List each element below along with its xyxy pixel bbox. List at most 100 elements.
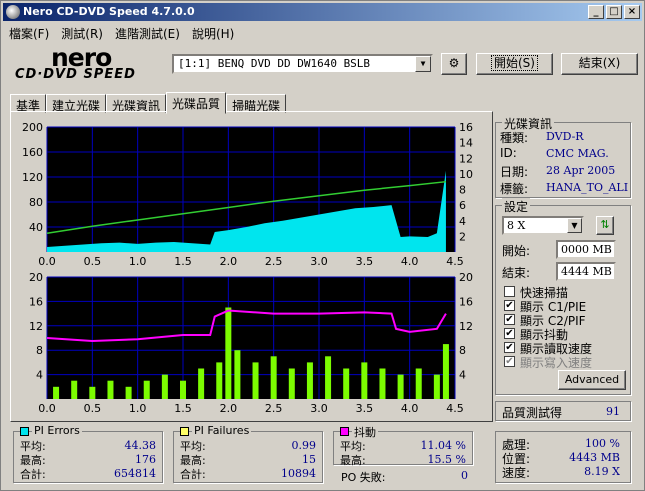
x-tick-label: 3.5 [356,402,374,415]
pi-failures-total-label: 合計: [180,468,206,481]
x-tick-label: 2.5 [265,402,283,415]
pi-failure-bar [89,386,96,399]
start-pos-value: 0000 MB [561,243,612,256]
pi-errors-total-label: 合計: [20,468,46,481]
x-tick-label: 2.5 [265,255,283,268]
pi-failure-bar [325,356,332,399]
exit-button-label: 結束(X) [578,56,621,70]
disc-label-value: HANA_TO_ALIC [546,181,628,194]
settings-group: 設定 8 X ▼ ⇅ 開始: 0000 MB 結束: 4444 MB 快速掃描 ✔… [495,198,631,395]
y-right-tick-label: 20 [459,271,473,284]
speed-select-value: 8 X [507,219,526,232]
checkbox-0[interactable] [504,286,515,297]
y-left-tick-label: 8 [36,344,43,357]
chevron-down-icon[interactable]: ▼ [567,218,582,233]
speed-label: 速度: [502,466,531,480]
pi-failure-bar [252,362,259,399]
settings-title: 設定 [502,198,531,215]
pi-errors-avg-value: 44.38 [124,439,157,452]
pi-failure-bar [361,362,368,399]
pi-failure-bar [397,374,404,399]
close-icon[interactable]: × [624,5,640,19]
y-right-tick-label: 2 [459,230,466,243]
exit-button[interactable]: 結束(X) [561,53,638,75]
pi-failures-max-value: 15 [302,453,316,466]
pi-failure-bar [442,344,449,399]
disc-label-label: 標籤: [500,182,529,196]
x-tick-label: 0.0 [38,255,56,268]
pi-failures-total-value: 10894 [281,467,316,480]
x-tick-label: 4.5 [446,255,464,268]
x-tick-label: 0.5 [84,255,102,268]
disc-date-value: 28 Apr 2005 [546,164,616,177]
y-left-tick-label: 40 [29,221,43,234]
pi-failure-bar [180,380,186,399]
disc-type-label: 種類: [500,131,529,145]
x-tick-label: 1.5 [174,255,192,268]
x-tick-label: 0.5 [84,402,102,415]
jitter-box: 抖動 平均: 11.04 % 最高: 15.5 % [333,424,473,467]
advanced-button-label: Advanced [564,373,620,386]
x-tick-label: 1.0 [129,255,147,268]
tab-disc-quality[interactable]: 光碟品質 [166,92,227,114]
pi-errors-total-value: 654814 [114,467,156,480]
y-left-tick-label: 160 [22,146,43,159]
progress-value: 100 % [585,437,620,450]
pi-failure-bar [216,362,223,399]
pi-failure-bar [107,380,114,399]
pi-failure-bar [415,368,422,399]
refresh-speed-button[interactable]: ⇅ [596,216,614,235]
y-left-tick-label: 20 [29,271,43,284]
y-right-tick-label: 6 [459,199,466,212]
y-right-tick-label: 8 [459,344,466,357]
advanced-button[interactable]: Advanced [558,370,626,390]
end-pos-input[interactable]: 4444 MB [556,262,616,281]
pi-failure-bar [53,386,60,399]
checkbox-1[interactable]: ✔ [504,300,515,311]
jitter-max-value: 15.5 % [427,453,466,466]
pi-failure-bar [343,368,350,399]
y-right-tick-label: 4 [459,215,466,228]
checkbox-4[interactable]: ✔ [504,342,515,353]
y-left-tick-label: 80 [29,196,43,209]
pi-failure-bar [234,350,241,399]
x-tick-label: 3.0 [310,402,328,415]
x-tick-label: 2.0 [220,255,238,268]
minimize-icon[interactable]: _ [588,5,604,19]
checkbox-2[interactable]: ✔ [504,314,515,325]
x-tick-label: 1.5 [174,402,192,415]
disc-info-group: 光碟資訊 種類: DVD-R ID: CMC MAG. 日期: 28 Apr 2… [495,115,631,198]
y-left-tick-label: 4 [36,369,43,382]
pi-failure-bar [225,307,232,399]
jitter-max-label: 最高: [340,454,366,467]
refresh-icon: ⇅ [600,218,610,231]
x-tick-label: 3.5 [356,255,374,268]
po-failures-value: 0 [461,469,468,482]
pi-errors-chart: 0.0 0.5 1.0 1.5 2.0 2.5 3.0 3.5 4.0 4.5 200 160 120 8… [22,121,473,268]
pi-failure-bar [433,374,440,399]
checkbox-3[interactable]: ✔ [504,328,515,339]
y-right-tick-label: 4 [459,369,466,382]
pi-errors-box: PI Errors 平均: 44.38 最高: 176 合計: 654814 [13,424,163,483]
pi-failures-avg-value: 0.99 [291,439,317,452]
y-right-tick-label: 12 [459,152,473,165]
disc-date-label: 日期: [500,165,529,179]
pi-failure-bar [143,380,150,399]
start-pos-input[interactable]: 0000 MB [556,240,616,259]
disc-id-value: CMC MAG. [546,147,609,160]
quality-score-value: 91 [606,405,620,418]
pi-failures-chart: 0.0 0.5 1.0 1.5 2.0 2.5 3.0 3.5 4.0 4.5 20 16 12 8 4 20… [29,271,473,415]
y-right-tick-label: 16 [459,295,473,308]
x-tick-label: 0.0 [38,402,56,415]
quality-score-group: 品質測試得 91 [495,401,631,421]
x-tick-label: 2.0 [220,402,238,415]
x-tick-label: 4.0 [401,402,419,415]
maximize-icon[interactable]: □ [606,5,622,19]
pi-failures-swatch [180,427,189,436]
speed-select[interactable]: 8 X ▼ [502,216,584,235]
jitter-avg-value: 11.04 % [420,439,466,452]
pi-failure-bar [198,368,205,399]
pi-failure-bar [161,374,168,399]
y-left-tick-label: 16 [29,295,43,308]
y-right-tick-label: 10 [459,168,473,181]
